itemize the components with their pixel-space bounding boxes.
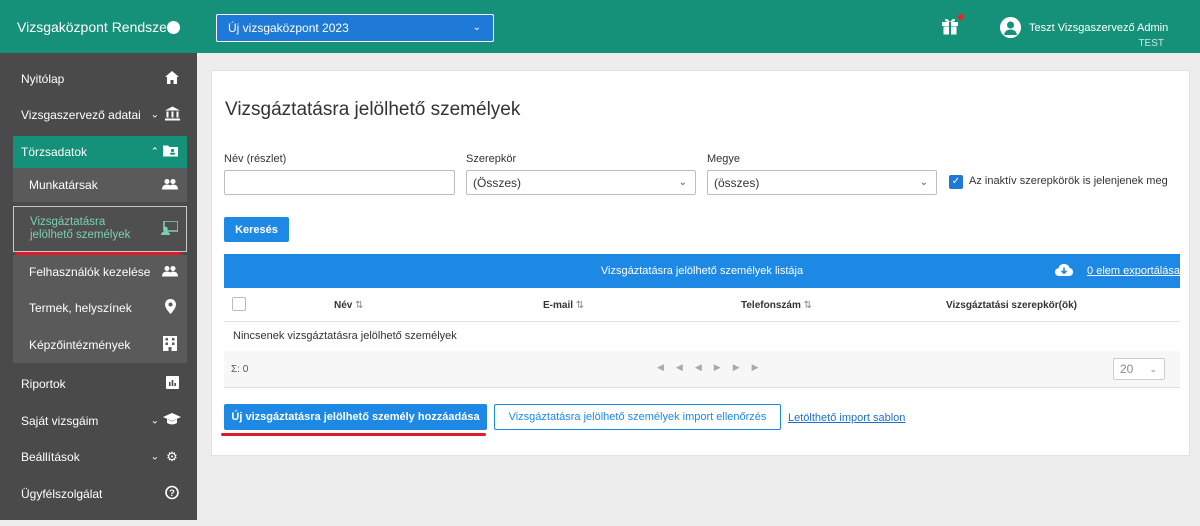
notification-dot: [958, 14, 964, 20]
people-icon: [161, 265, 179, 280]
last-page-icon[interactable]: ▶▶: [733, 362, 771, 372]
column-phone[interactable]: Telefonszám ⇅: [741, 300, 812, 311]
chevron-down-icon: ⌄: [150, 451, 159, 463]
user-organization: TEST: [1138, 38, 1164, 49]
table-empty-row: Nincsenek vizsgáztatásra jelölhető szemé…: [224, 321, 1180, 352]
home-icon: [163, 71, 181, 87]
sidebar-item-examinable-persons[interactable]: Vizsgáztatásra jelölhető személyek: [13, 206, 187, 252]
exam-center-select[interactable]: Új vizsgaközpont 2023 ⌄: [216, 14, 494, 42]
name-filter-input[interactable]: [224, 170, 455, 195]
top-bar: Új vizsgaközpont 2023 ⌄ Teszt Vizsgaszer…: [197, 0, 1200, 53]
sidebar-item-training-institutions[interactable]: Képzőintézmények: [13, 327, 187, 363]
sidebar: Vizsgaközpont Rendszer Nyitólap Vizsgasz…: [0, 0, 197, 520]
chevron-down-icon: ⌄: [150, 109, 159, 121]
chevron-up-icon: ⌃: [150, 146, 159, 158]
table-header-bar: Vizsgáztatásra jelölhető személyek listá…: [224, 254, 1180, 288]
sidebar-item-helpdesk[interactable]: Ügyfélszolgálat ?: [0, 476, 197, 512]
search-button[interactable]: Keresés: [224, 217, 289, 242]
county-filter-value: (összes): [714, 175, 760, 190]
cloud-download-icon[interactable]: [1055, 263, 1073, 277]
import-check-button[interactable]: Vizsgáztatásra jelölhető személyek impor…: [494, 404, 781, 430]
export-link[interactable]: 0 elem exportálása: [1087, 265, 1180, 277]
gear-icon: ⚙: [166, 449, 178, 464]
role-filter-select[interactable]: (Összes) ⌄: [466, 170, 696, 195]
sort-icon: ⇅: [355, 300, 364, 311]
main-card: Vizsgáztatásra jelölhető személyek Név (…: [211, 70, 1190, 456]
column-email[interactable]: E-mail ⇅: [543, 300, 584, 311]
county-filter-label: Megye: [707, 153, 741, 165]
folder-user-icon: [161, 145, 179, 160]
chart-icon: [163, 376, 181, 392]
column-label: E-mail: [543, 300, 574, 311]
column-roles: Vizsgáztatási szerepkör(ök): [946, 300, 1077, 311]
page-title: Vizsgáztatásra jelölhető személyek: [225, 99, 521, 120]
monitor-user-icon: [160, 220, 179, 237]
sidebar-item-reports[interactable]: Riportok: [0, 366, 197, 402]
highlight-underline: [221, 433, 486, 436]
row-count: Σ: 0: [231, 364, 249, 375]
building-icon: [161, 336, 179, 354]
user-name[interactable]: Teszt Vizsgaszervező Admin: [1029, 22, 1168, 34]
table-title: Vizsgáztatásra jelölhető személyek listá…: [600, 265, 804, 277]
county-filter-select[interactable]: (összes) ⌄: [707, 170, 937, 195]
table-footer: Σ: 0 ◀◀◀▶▶▶ 20 ⌄: [224, 351, 1180, 388]
svg-text:?: ?: [169, 488, 175, 498]
role-filter-value: (Összes): [473, 175, 521, 190]
sidebar-item-settings[interactable]: Beállítások ⌄ ⚙: [0, 439, 197, 475]
name-filter-label: Név (részlet): [224, 153, 287, 165]
pagination: ◀◀◀▶▶▶: [657, 362, 771, 373]
sort-icon: ⇅: [803, 300, 813, 311]
chevron-down-icon: ⌄: [678, 177, 687, 188]
sort-icon: ⇅: [575, 300, 585, 311]
chevron-down-icon: ⌄: [1149, 364, 1157, 374]
inactive-roles-checkbox[interactable]: ✓: [949, 175, 963, 189]
sidebar-item-organizer-data[interactable]: Vizsgaszervező adatai ⌄: [0, 97, 197, 133]
page-size-select[interactable]: 20 ⌄: [1113, 358, 1165, 380]
user-avatar-icon[interactable]: [1000, 17, 1021, 38]
location-pin-icon: [161, 299, 179, 317]
status-dot-icon: [167, 21, 180, 34]
empty-message: Nincsenek vizsgáztatásra jelölhető szemé…: [233, 330, 457, 342]
app-title: Vizsgaközpont Rendszer: [17, 18, 172, 35]
page-size-value: 20: [1120, 362, 1134, 376]
table-column-header: Név ⇅ E-mail ⇅ Telefonszám ⇅ Vizsgáztatá…: [224, 288, 1180, 322]
add-person-button[interactable]: Új vizsgáztatásra jelölhető személy hozz…: [224, 404, 487, 430]
select-all-checkbox[interactable]: [232, 297, 246, 311]
chevron-down-icon: ⌄: [919, 177, 928, 188]
next-page-icon[interactable]: ▶: [714, 362, 733, 372]
sidebar-item-my-exams[interactable]: Saját vizsgáim ⌄: [0, 403, 197, 439]
chevron-down-icon: ⌄: [150, 415, 159, 427]
chevron-down-icon: ⌄: [472, 22, 481, 33]
download-template-link[interactable]: Letölthető import sablon: [788, 412, 905, 424]
help-icon: ?: [163, 485, 181, 503]
prev-page-icon[interactable]: ◀: [695, 362, 714, 372]
role-filter-label: Szerepkör: [466, 153, 517, 165]
gift-icon[interactable]: [941, 17, 959, 35]
column-name[interactable]: Név ⇅: [334, 300, 364, 311]
sidebar-item-user-management[interactable]: Felhasználók kezelése: [13, 255, 187, 289]
sidebar-item-rooms-locations[interactable]: Termek, helyszínek: [13, 289, 187, 327]
sidebar-item-colleagues[interactable]: Munkatársak: [13, 168, 187, 202]
bank-icon: [163, 106, 181, 124]
inactive-roles-label: Az inaktív szerepkörök is jelenjenek meg: [969, 175, 1168, 187]
first-page-icon[interactable]: ◀◀: [657, 362, 695, 372]
column-label: Telefonszám: [741, 300, 801, 311]
exam-center-select-value: Új vizsgaközpont 2023: [228, 21, 349, 35]
sidebar-item-master-data[interactable]: Törzsadatok ⌃: [13, 136, 187, 168]
sidebar-item-home[interactable]: Nyitólap: [0, 61, 197, 97]
column-label: Név: [334, 300, 353, 311]
graduation-cap-icon: [163, 413, 181, 429]
people-icon: [161, 178, 179, 193]
